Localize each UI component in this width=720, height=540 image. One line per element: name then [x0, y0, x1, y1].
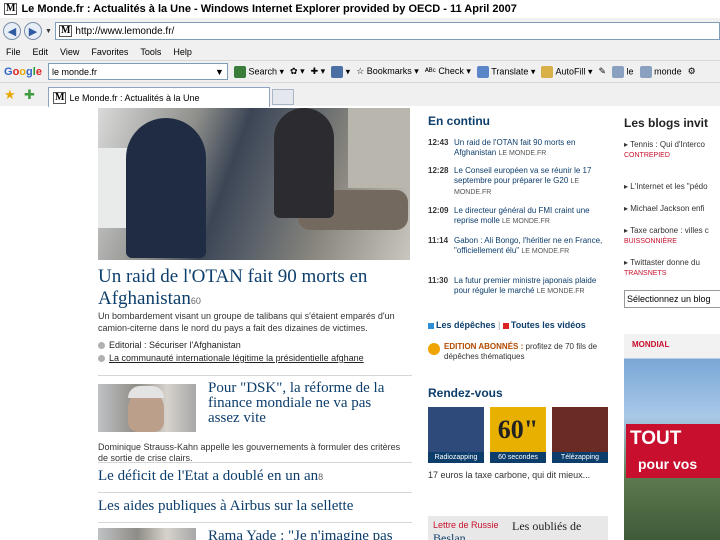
google-logo: Google — [4, 65, 42, 78]
back-arrow-icon[interactable]: ◀ — [3, 22, 21, 40]
rama-yade-photo[interactable] — [98, 528, 196, 540]
videos-link[interactable]: Toutes les vidéos — [511, 320, 586, 330]
google-query: le monde.fr — [51, 66, 97, 77]
edition-abonnes[interactable]: EDITION ABONNÉS : profitez de 70 fils de… — [428, 342, 608, 362]
rama-yade-headline[interactable]: Rama Yade : "Je n'imagine pas — [208, 528, 393, 540]
related-link-presidentielle[interactable]: La communauté internationale légitime la… — [98, 353, 416, 363]
menu-help[interactable]: Help — [173, 47, 192, 57]
bullet-icon — [98, 354, 105, 362]
blog-item[interactable]: ▸ Taxe carbone : villes c BUISSONNIÈRE — [624, 226, 720, 247]
add-favorite-icon[interactable]: ✚ — [24, 87, 35, 103]
google-search-input[interactable]: le monde.fr ▼ — [47, 63, 228, 80]
highlight-icon[interactable]: ✎ — [598, 66, 606, 77]
blog-item[interactable]: ▸ Michael Jackson enfi — [624, 204, 720, 214]
news-item[interactable]: 12:28 Le Conseil européen va se réunir l… — [428, 166, 608, 198]
airbus-headline[interactable]: Les aides publiques à Airbus sur la sell… — [98, 498, 353, 515]
new-tab-button[interactable] — [272, 89, 294, 105]
site-icon: M — [58, 25, 73, 37]
menu-file[interactable]: File — [6, 47, 21, 57]
rendez-vous-title: Rendez-vous — [428, 386, 503, 400]
news-icon[interactable]: ▾ — [331, 65, 350, 78]
check-button[interactable]: ᴬᴮᶜ Check ▾ — [425, 66, 471, 77]
lettre-de-russie[interactable]: Lettre de Russie Les oubliés de Beslan — [428, 516, 608, 540]
tab-bar: ★ ✚ M Le Monde.fr : Actualités à la Une — [0, 82, 720, 107]
blogs-title: Les blogs invit — [624, 116, 709, 130]
main-lead: Un bombardement visant un groupe de tali… — [98, 311, 395, 333]
menu-tools[interactable]: Tools — [140, 47, 161, 57]
window-titlebar: M Le Monde.fr : Actualités à la Une - Wi… — [0, 0, 720, 18]
menu-edit[interactable]: Edit — [33, 47, 49, 57]
bullet-icon — [98, 341, 105, 349]
url-input[interactable]: M http://www.lemonde.fr/ — [54, 22, 720, 40]
address-bar: ◀ ▶ ▼ M http://www.lemonde.fr/ — [0, 18, 720, 44]
60-secondes-tile[interactable]: 60" 60 secondes — [490, 407, 546, 463]
plus-icon[interactable]: ✚ ▾ — [311, 66, 326, 77]
subscriber-icon — [428, 343, 440, 355]
depeches-link[interactable]: Les dépêches — [436, 320, 496, 330]
mondial-ad[interactable]: MONDIAL TOUT pour vos — [624, 334, 720, 540]
tab-label: Le Monde.fr : Actualités à la Une — [69, 92, 200, 103]
menu-view[interactable]: View — [60, 47, 79, 57]
popup-blocker-icon[interactable]: ✿ ▾ — [290, 66, 305, 77]
related-link-editorial[interactable]: Editorial : Sécuriser l'Afghanistan — [98, 340, 416, 350]
video-icon — [502, 322, 509, 329]
blog-item[interactable]: ▸ L'Internet et les "pédo — [624, 182, 720, 192]
menu-bar: File Edit View Favorites Tools Help — [0, 44, 720, 60]
blog-item[interactable]: ▸ Twittaster donne du TRANSNETS — [624, 258, 720, 279]
page-content: Un raid de l'OTAN fait 90 morts en Afgha… — [0, 108, 720, 540]
dsk-photo[interactable] — [98, 384, 196, 432]
depeches-links: Les dépêches | Toutes les vidéos — [428, 320, 586, 330]
comment-count[interactable]: 8 — [318, 472, 323, 482]
lemonde-favicon: M — [4, 3, 18, 15]
news-item[interactable]: 11:14 Gabon : Ali Bongo, l'héritier ne e… — [428, 236, 608, 257]
telezapping-tile[interactable]: Télézapping — [552, 407, 608, 463]
term-monde-button[interactable]: monde — [639, 65, 682, 78]
google-toolbar: Google le monde.fr ▼ Search ▾ ✿ ▾ ✚ ▾ ▾ … — [0, 60, 720, 82]
deficit-headline[interactable]: Le déficit de l'Etat a doublé en un an8 — [98, 468, 323, 485]
tab-favicon: M — [53, 91, 67, 104]
favorites-star-icon[interactable]: ★ — [4, 87, 16, 103]
rendez-vous-note[interactable]: 17 euros la taxe carbone, qui dit mieux.… — [428, 470, 590, 480]
google-search-button[interactable]: Search ▾ — [233, 65, 284, 78]
main-headline[interactable]: Un raid de l'OTAN fait 90 morts en Afgha… — [98, 266, 418, 312]
url-text: http://www.lemonde.fr/ — [75, 25, 175, 37]
news-item[interactable]: 12:43 Un raid de l'OTAN fait 90 morts en… — [428, 138, 608, 159]
tab-lemonde[interactable]: M Le Monde.fr : Actualités à la Une — [48, 87, 270, 107]
dsk-summary: Dominique Strauss-Kahn appelle les gouve… — [98, 442, 401, 463]
chevron-down-icon[interactable]: ▼ — [215, 67, 224, 77]
en-continu-title: En continu — [428, 114, 490, 128]
radiozapping-tile[interactable]: Radiozapping — [428, 407, 484, 463]
forward-arrow-icon[interactable]: ▶ — [24, 22, 42, 40]
history-dropdown-icon[interactable]: ▼ — [45, 28, 52, 35]
afghanistan-photo[interactable] — [98, 108, 410, 260]
bookmarks-button[interactable]: ☆ Bookmarks ▾ — [356, 66, 419, 77]
term-le-button[interactable]: le — [612, 65, 634, 78]
translate-button[interactable]: Translate ▾ — [476, 65, 535, 78]
blog-item[interactable]: ▸ Tennis : Qui d'Interco CONTREPIED — [624, 140, 720, 161]
news-item[interactable]: 12:09 Le directeur général du FMI craint… — [428, 206, 608, 227]
comment-count[interactable]: 60 — [191, 296, 201, 306]
dsk-headline[interactable]: Pour "DSK", la réforme de la finance mon… — [208, 381, 404, 426]
square-bullet-icon — [428, 322, 434, 329]
settings-icon[interactable]: ⚙ — [688, 66, 696, 77]
menu-favorites[interactable]: Favorites — [91, 47, 128, 57]
news-item[interactable]: 11:30 La futur premier ministre japonais… — [428, 276, 608, 297]
autofill-button[interactable]: AutoFill ▾ — [541, 65, 592, 78]
window-title: Le Monde.fr : Actualités à la Une - Wind… — [21, 3, 517, 15]
blog-select[interactable]: Sélectionnez un blog — [624, 290, 720, 308]
